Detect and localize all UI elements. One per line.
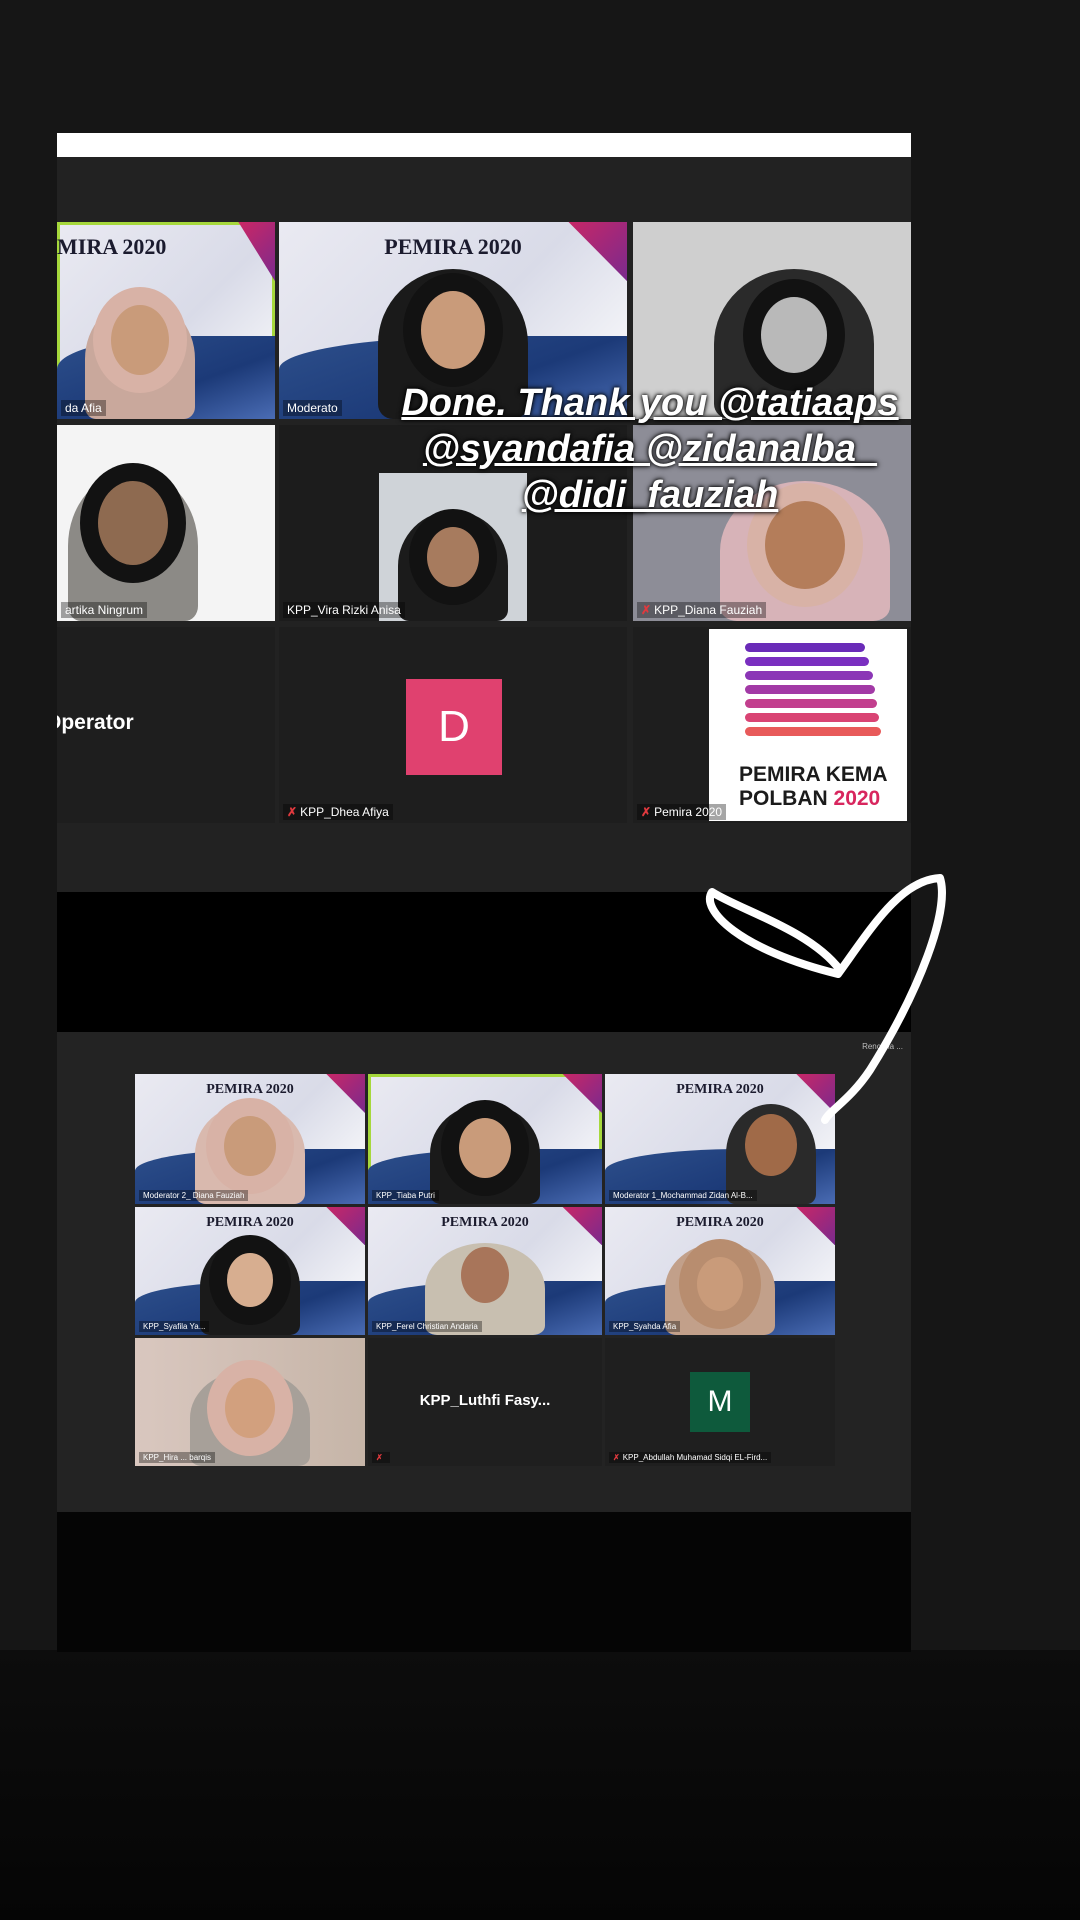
mic-muted-icon: ✗ — [613, 1453, 620, 1462]
caption-line1: Done. Thank you @tatiaaps — [401, 382, 899, 424]
participant-name: da Afia — [61, 400, 106, 416]
participant-name: artika Ningrum — [61, 602, 148, 618]
banner-title: PEMIRA 2020 — [384, 233, 522, 259]
participant-name: KPP_Tiaba Putri — [372, 1190, 439, 1201]
logo-text-line1: PEMIRA KEMA — [739, 763, 888, 786]
pemira-logo: PEMIRA KEMA POLBAN 2020 — [709, 629, 907, 821]
caption-line2: @syandafia @zidanalba_ — [422, 428, 878, 470]
video-tile-moderator2[interactable]: PEMIRA 2020 Moderator 2_ Diana Fauziah — [135, 1074, 365, 1204]
mic-muted-icon: ✗ — [641, 805, 652, 819]
video-tile-hira[interactable]: KPP_Hira ... barqis — [135, 1338, 365, 1466]
black-bottom-area — [57, 1512, 911, 1652]
top-white-bar — [57, 133, 911, 157]
mic-muted-icon: ✗ — [376, 1453, 383, 1462]
mic-muted-icon: ✗ — [287, 805, 298, 819]
mic-muted-icon: ✗ — [641, 603, 652, 617]
background — [0, 1650, 1080, 1920]
participant-name: ✗ KPP_Abdullah Muhamad Sidqi EL-Fird... — [609, 1452, 772, 1463]
banner-title: PEMIRA 2020 — [206, 1081, 294, 1097]
participant-name: KPP_Hira ... barqis — [139, 1452, 216, 1463]
avatar: D — [406, 679, 502, 775]
participant-name: KPP_Ferel Christian Andaria — [372, 1321, 482, 1332]
participant-name: ✗ KPP_Dhea Afiya — [283, 804, 393, 820]
video-tile-syafila[interactable]: PEMIRA 2020 KPP_Syafila Ya... — [135, 1207, 365, 1335]
participant-name-center: KPP_Luthfi Fasy... — [419, 1392, 551, 1409]
participant-name: ✗ Pemira 2020 — [637, 804, 727, 820]
heart-doodle-icon — [706, 874, 946, 1124]
video-tile-ferel[interactable]: PEMIRA 2020 KPP_Ferel Christian Andaria — [368, 1207, 602, 1335]
top-meeting-screenshot: MIRA 2020 da Afia PEMIRA 2020 Moderato a… — [57, 157, 911, 892]
participant-name: Moderator 2_ Diana Fauziah — [139, 1190, 249, 1201]
video-tile-artika[interactable]: artika Ningrum — [57, 425, 275, 621]
participant-name: ✗ — [372, 1452, 390, 1463]
caption-line3: @didi_fauziah — [521, 474, 779, 516]
video-tile-pemira[interactable]: PEMIRA KEMA POLBAN 2020 ✗ Pemira 2020 — [633, 627, 911, 823]
video-tile-tiaba[interactable]: KPP_Tiaba Putri — [368, 1074, 602, 1204]
video-tile-dhea[interactable]: D ✗ KPP_Dhea Afiya — [279, 627, 627, 823]
participant-figure — [68, 471, 199, 621]
video-tile-abdullah[interactable]: M ✗ KPP_Abdullah Muhamad Sidqi EL-Fird... — [605, 1338, 835, 1466]
participant-name: KPP_Syafila Ya... — [139, 1321, 210, 1332]
participant-name: KPP_Syahda Afia — [609, 1321, 681, 1332]
video-tile-afia[interactable]: MIRA 2020 da Afia — [57, 222, 275, 419]
logo-text-line2: POLBAN 2020 — [739, 787, 881, 810]
video-tile-syahda[interactable]: PEMIRA 2020 KPP_Syahda Afia — [605, 1207, 835, 1335]
video-tile-luthfi[interactable]: KPP_Luthfi Fasy... ✗ — [368, 1338, 602, 1466]
participant-name-center: Operator — [57, 711, 134, 734]
participant-name: ✗ KPP_Diana Fauziah — [637, 602, 767, 618]
story-caption: Done. Thank you @tatiaaps @syandafia @zi… — [320, 380, 980, 518]
participant-name: Moderator 1_Mochammad Zidan Al-B... — [609, 1190, 757, 1201]
avatar: M — [690, 1372, 750, 1432]
banner-title: MIRA 2020 — [57, 233, 167, 259]
participant-name: KPP_Vira Rizki Anisa — [283, 602, 405, 618]
video-tile-operator[interactable]: Operator — [57, 627, 275, 823]
